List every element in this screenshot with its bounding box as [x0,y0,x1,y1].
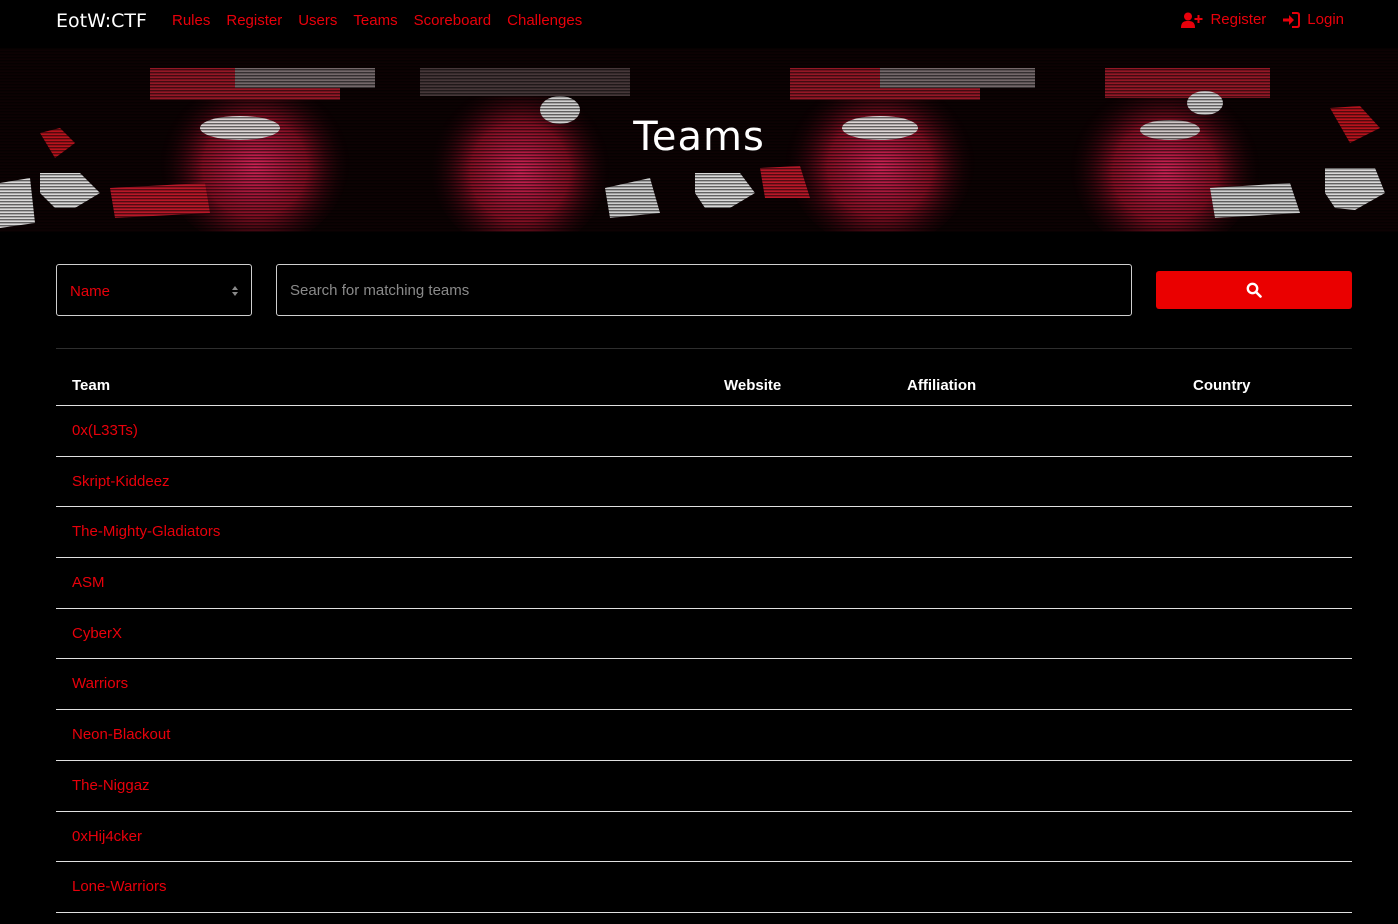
nav-link-scoreboard[interactable]: Scoreboard [414,12,492,29]
search-input[interactable] [276,264,1132,316]
table-row: 0xHij4cker [56,812,1352,863]
table-row: Lone-Warriors [56,862,1352,913]
sign-in-icon [1283,11,1301,28]
team-link[interactable]: ASM [72,574,105,591]
table-row: ASM [56,558,1352,609]
table-header: Team Website Affiliation Country [56,364,1352,406]
team-link[interactable]: The-Niggaz [72,777,150,794]
register-link[interactable]: Register [1181,11,1266,28]
table-row: CyberX [56,609,1352,660]
teams-table: Team Website Affiliation Country 0x(L33T… [56,364,1352,913]
table-row: Warriors [56,659,1352,711]
page-title: Teams [633,114,765,160]
search-field-select[interactable]: Name [56,264,252,316]
team-link[interactable]: Neon-Blackout [72,726,170,743]
team-link[interactable]: Warriors [72,675,128,692]
team-link[interactable]: CyberX [72,625,122,642]
nav-link-challenges[interactable]: Challenges [507,12,582,29]
divider [56,348,1352,349]
nav-link-teams[interactable]: Teams [353,12,397,29]
table-row: Neon-Blackout [56,710,1352,761]
column-header-affiliation[interactable]: Affiliation [907,377,976,394]
search-form: Name [56,264,1352,316]
team-link[interactable]: Lone-Warriors [72,878,166,895]
column-header-website[interactable]: Website [724,377,781,394]
table-row: 0x(L33Ts) [56,406,1352,457]
nav-links: Rules Register Users Teams Scoreboard Ch… [172,12,598,29]
nav-auth: Register Login [1165,11,1344,28]
login-link[interactable]: Login [1282,11,1344,28]
nav-link-register[interactable]: Register [226,12,282,29]
column-header-team[interactable]: Team [72,377,110,394]
page-banner: Teams [0,48,1398,232]
search-field-selected: Name [70,283,111,300]
team-link[interactable]: 0x(L33Ts) [72,422,138,439]
nav-link-users[interactable]: Users [298,12,337,29]
team-link[interactable]: Skript-Kiddeez [72,473,170,490]
select-caret-icon [232,286,238,296]
top-navbar: EotW:CTF Rules Register Users Teams Scor… [0,0,1398,42]
column-header-country[interactable]: Country [1193,377,1251,394]
team-link[interactable]: The-Mighty-Gladiators [72,523,220,540]
table-row: The-Mighty-Gladiators [56,507,1352,559]
team-link[interactable]: 0xHij4cker [72,828,142,845]
register-label: Register [1210,11,1267,28]
login-label: Login [1307,11,1344,28]
table-row: Skript-Kiddeez [56,457,1352,508]
table-row: The-Niggaz [56,761,1352,812]
brand-logo[interactable]: EotW:CTF [56,10,147,32]
user-plus-icon [1181,12,1203,28]
nav-link-rules[interactable]: Rules [172,12,210,29]
search-button[interactable] [1156,271,1352,309]
search-icon [1246,282,1262,298]
